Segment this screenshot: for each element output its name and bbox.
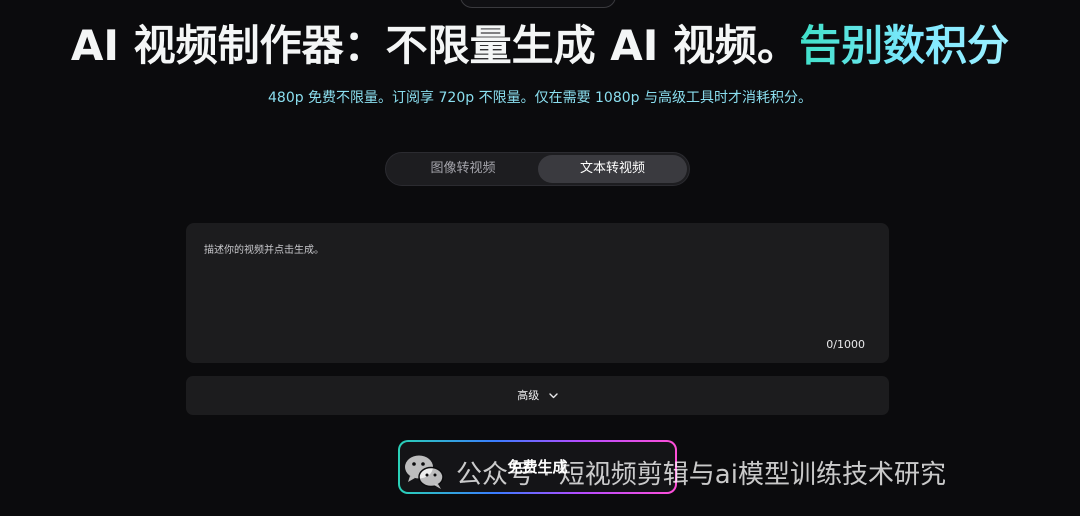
page-title-main: AI 视频制作器：不限量生成 AI 视频。	[70, 21, 800, 70]
page-title: AI 视频制作器：不限量生成 AI 视频。告别数积分	[0, 16, 1080, 76]
tab-image-to-video[interactable]: 图像转视频	[388, 155, 538, 183]
tab-text-to-video[interactable]: 文本转视频	[538, 155, 687, 183]
chevron-down-icon	[549, 376, 558, 415]
character-counter: 0/1000	[826, 338, 865, 351]
prompt-input[interactable]	[204, 241, 864, 331]
top-badge-label: ···	[533, 0, 543, 1]
advanced-settings-toggle[interactable]: 高级	[186, 376, 889, 415]
top-badge: ···	[460, 0, 616, 8]
generate-button[interactable]: 免费生成	[398, 440, 677, 494]
page-title-accent: 告别数积分	[799, 21, 1010, 70]
mode-tabs: 图像转视频 文本转视频	[385, 152, 690, 186]
advanced-label: 高级	[517, 389, 540, 402]
page-subtitle: 480p 免费不限量。订阅享 720p 不限量。仅在需要 1080p 与高级工具…	[268, 90, 812, 106]
generate-button-label: 免费生成	[400, 442, 675, 492]
prompt-panel: 0/1000	[186, 223, 889, 363]
page: ··· AI 视频制作器：不限量生成 AI 视频。告别数积分 480p 免费不限…	[0, 0, 1080, 516]
